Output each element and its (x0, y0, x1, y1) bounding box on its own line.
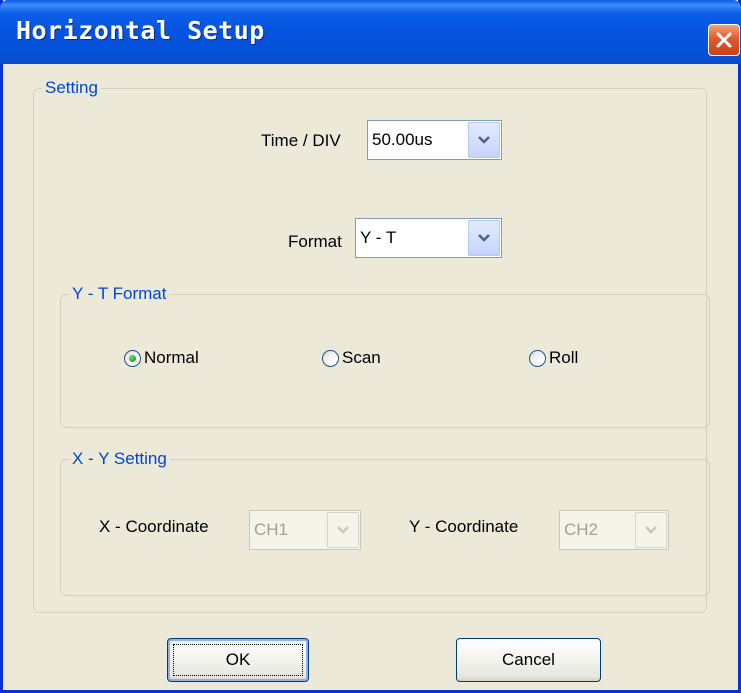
xy-setting-legend: X - Y Setting (72, 449, 167, 468)
radio-roll[interactable]: Roll (529, 348, 578, 368)
radio-selected-dot (129, 354, 136, 362)
cancel-button[interactable]: Cancel (456, 638, 601, 682)
format-value: Y - T (360, 228, 397, 247)
chevron-down-icon (478, 136, 490, 144)
close-button[interactable] (708, 24, 740, 56)
ok-button[interactable]: OK (167, 638, 309, 682)
x-coordinate-select[interactable]: CH1 (249, 510, 361, 550)
y-coordinate-select[interactable]: CH2 (559, 510, 669, 550)
radio-normal-circle[interactable] (124, 349, 141, 367)
y-coordinate-label: Y - Coordinate (409, 517, 519, 536)
chevron-down-icon (337, 526, 349, 534)
y-coordinate-value: CH2 (564, 520, 599, 539)
yt-format-legend: Y - T Format (72, 284, 167, 303)
cancel-button-label: Cancel (502, 650, 555, 669)
format-label: Format (288, 232, 342, 251)
time-div-dropdown-button[interactable] (468, 122, 500, 158)
x-coordinate-dropdown-button[interactable] (327, 512, 359, 548)
radio-scan-label: Scan (342, 348, 381, 367)
time-div-select[interactable]: 50.00us (367, 120, 502, 160)
format-dropdown-button[interactable] (468, 220, 500, 256)
time-div-label: Time / DIV (261, 131, 341, 150)
x-coordinate-value: CH1 (254, 520, 289, 539)
radio-roll-circle[interactable] (529, 349, 546, 367)
horizontal-setup-dialog: Horizontal Setup Setting Time / DIV 50.0… (0, 0, 741, 693)
window-title: Horizontal Setup (16, 16, 265, 45)
chevron-down-icon (645, 526, 657, 534)
x-coordinate-label: X - Coordinate (99, 517, 209, 536)
format-select[interactable]: Y - T (355, 218, 502, 258)
radio-normal[interactable]: Normal (124, 348, 199, 368)
chevron-down-icon (478, 234, 490, 242)
setting-legend: Setting (45, 78, 98, 97)
radio-normal-label: Normal (144, 348, 199, 367)
radio-scan[interactable]: Scan (322, 348, 381, 368)
close-icon (716, 32, 732, 48)
title-bar[interactable]: Horizontal Setup (0, 0, 741, 64)
time-div-value: 50.00us (372, 130, 433, 149)
radio-roll-label: Roll (549, 348, 579, 367)
radio-scan-circle[interactable] (322, 349, 339, 367)
focus-ring (173, 644, 303, 676)
y-coordinate-dropdown-button[interactable] (635, 512, 667, 548)
